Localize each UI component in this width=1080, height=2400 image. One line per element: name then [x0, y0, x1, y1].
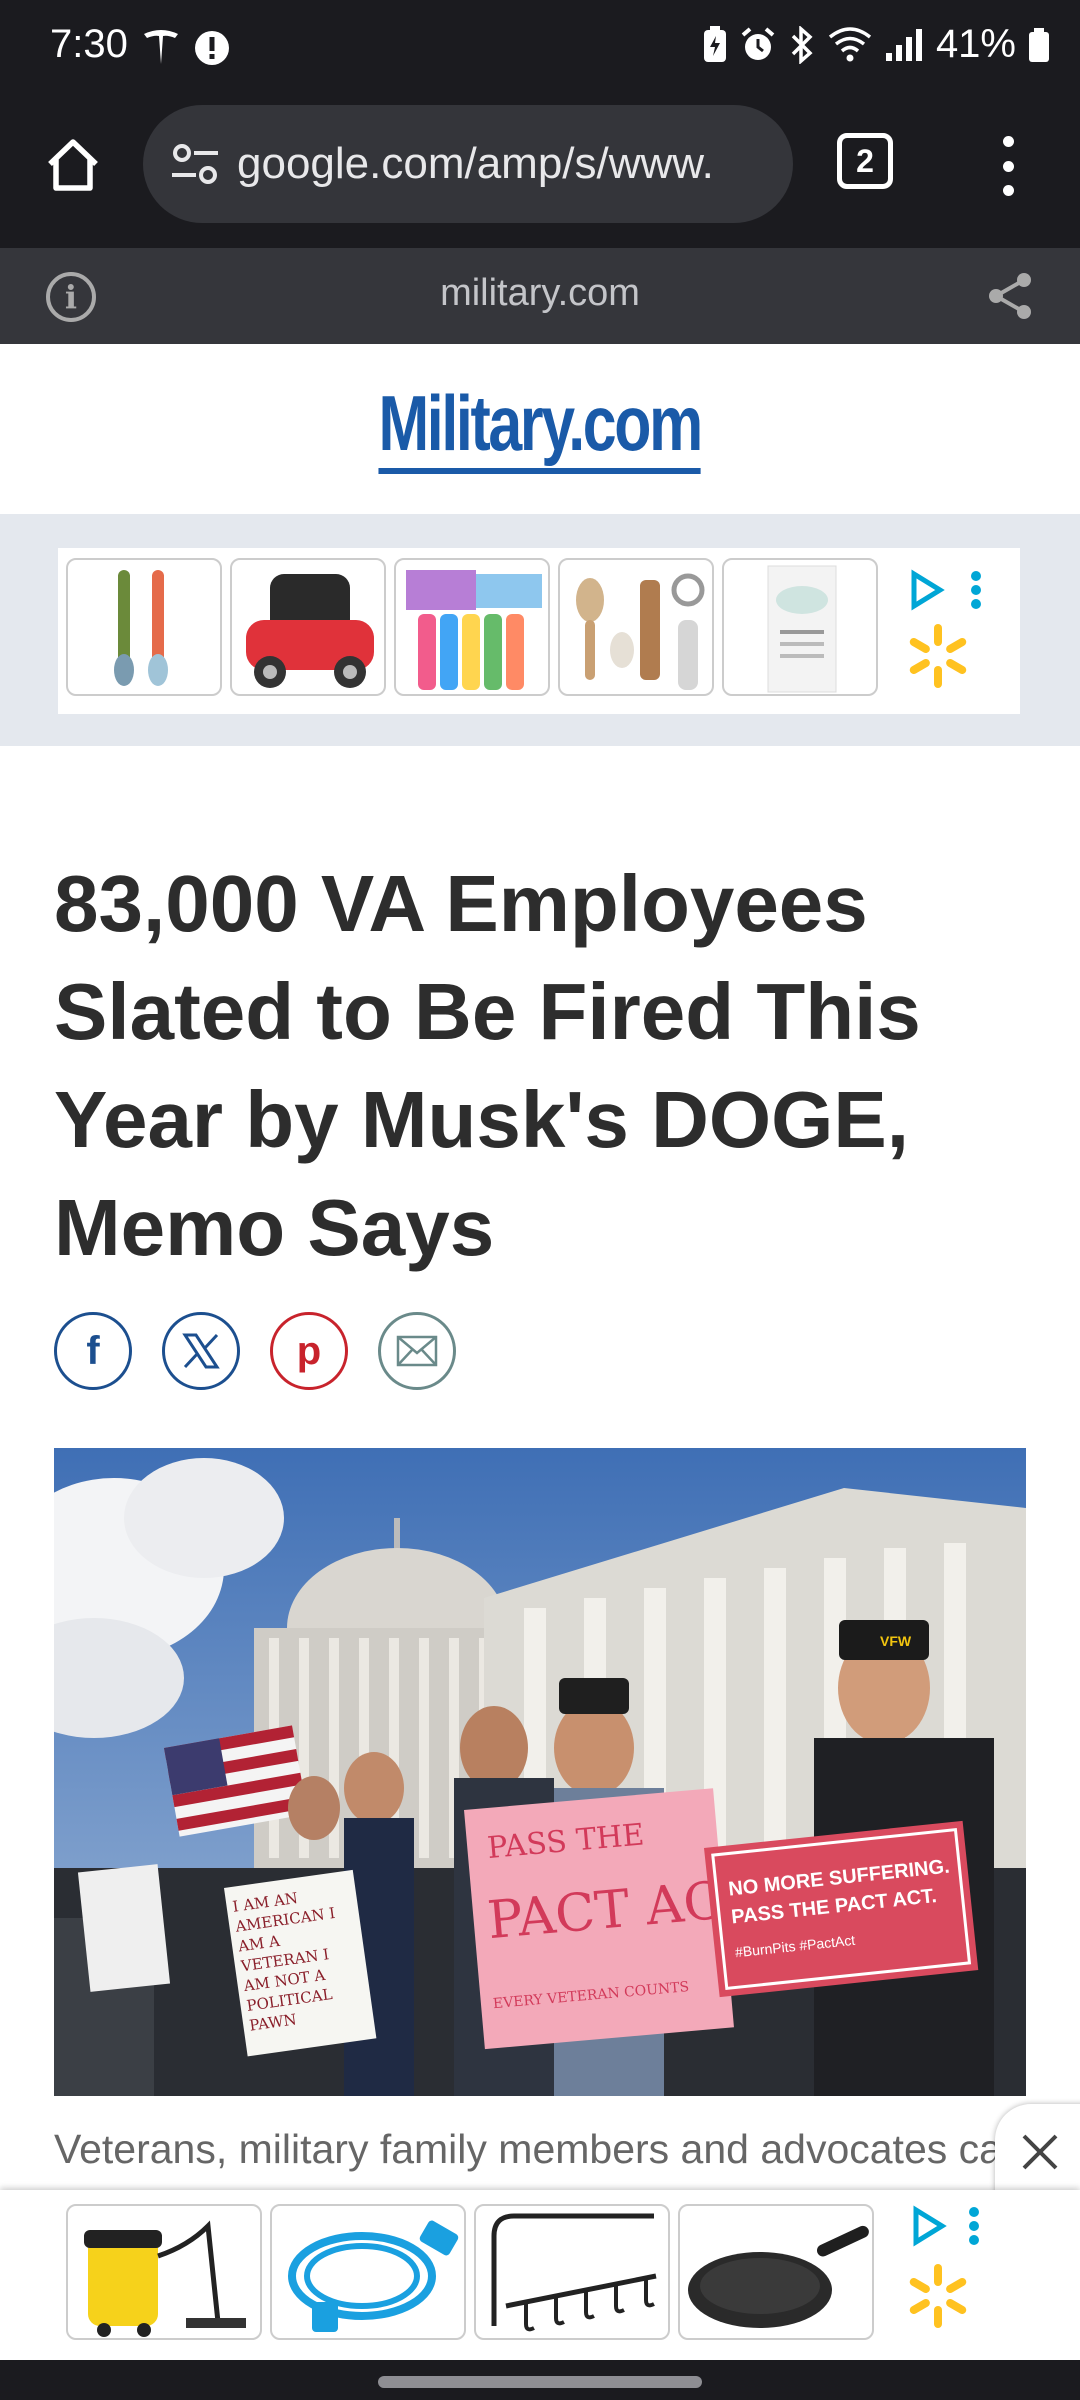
article-photo: VFW PASS THE PACT ACT EVERY VETERAN COUN… [54, 1448, 1026, 2096]
status-time: 7:30 [50, 22, 128, 66]
address-bar[interactable]: google.com/amp/s/www. [143, 105, 793, 223]
ad-product-potty-car[interactable] [230, 558, 386, 696]
bluetooth-icon [791, 25, 813, 64]
adchoices-walmart-icon[interactable] [898, 2204, 988, 2344]
overflow-menu-button[interactable] [988, 136, 1028, 196]
close-ad-button[interactable] [995, 2104, 1080, 2200]
battery-saver-icon [703, 25, 726, 62]
alarm-icon [741, 26, 775, 60]
photo-caption: Veterans, military family members and ad… [54, 2126, 1004, 2172]
alert-icon [195, 31, 229, 65]
url-text[interactable]: google.com/amp/s/www. [237, 139, 777, 189]
status-bar: 7:30 41% [0, 0, 1080, 100]
x-share-icon[interactable] [162, 1312, 240, 1390]
photo-cap-text: VFW [880, 1633, 912, 1649]
home-gesture-handle[interactable] [378, 2376, 702, 2388]
pinterest-share-icon[interactable]: p [270, 1312, 348, 1390]
ad-product-shop-vac[interactable] [66, 2204, 262, 2340]
close-icon [1022, 2134, 1058, 2170]
site-header: Military.com [0, 344, 1080, 514]
ad-product-door-hooks[interactable] [474, 2204, 670, 2340]
email-share-icon[interactable] [378, 1312, 456, 1390]
tab-switcher-button[interactable]: 2 [837, 133, 893, 189]
signal-icon [885, 28, 922, 61]
bottom-ad-product-strip[interactable] [66, 2204, 1066, 2352]
top-ad-banner [0, 514, 1080, 746]
home-icon [48, 139, 98, 191]
home-button[interactable] [40, 132, 106, 198]
ad-product-extension-cord[interactable] [270, 2204, 466, 2340]
adchoices-walmart-icon[interactable] [904, 568, 994, 698]
browser-toolbar: google.com/amp/s/www. 2 [0, 100, 1080, 248]
share-icon[interactable] [984, 270, 1036, 322]
ad-product-bottle-warmer[interactable] [722, 558, 878, 696]
system-navigation-bar [0, 2360, 1080, 2400]
tesla-icon [144, 30, 178, 64]
ad-product-toothbrushes[interactable] [66, 558, 222, 696]
social-share-bar: f p [54, 1312, 456, 1390]
ad-product-frying-pan[interactable] [678, 2204, 874, 2340]
ad-product-strip[interactable] [58, 548, 1020, 714]
facebook-share-icon[interactable]: f [54, 1312, 132, 1390]
article-headline: 83,000 VA Employees Slated to Be Fired T… [54, 859, 921, 1272]
page-info-bar: i military.com [0, 248, 1080, 344]
bottom-ad-banner [0, 2190, 1080, 2360]
site-settings-icon[interactable] [167, 136, 223, 192]
ad-product-brush-set[interactable] [558, 558, 714, 696]
wifi-icon [828, 26, 872, 61]
page-domain: military.com [440, 272, 640, 314]
battery-icon [1029, 27, 1049, 62]
photo-sign-american: I AM AN AMERICAN I AM A VETERAN I AM NOT… [231, 1888, 337, 2035]
ad-product-learning-toy[interactable] [394, 558, 550, 696]
site-logo[interactable]: Military.com [378, 384, 704, 474]
battery-percent: 41% [935, 22, 1016, 66]
